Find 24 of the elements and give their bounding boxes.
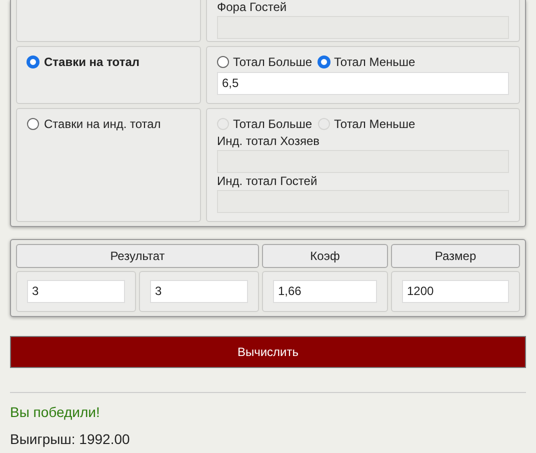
column-header: Результат — [16, 244, 259, 268]
result-message: Вы победили! — [10, 404, 101, 420]
option-label: Тотал Больше — [233, 55, 312, 69]
radio-button[interactable] — [27, 118, 39, 130]
radio-button[interactable] — [217, 56, 229, 68]
column-header: Коэф — [262, 244, 388, 268]
input-field[interactable]: 1,66 — [273, 280, 377, 303]
option-label: Тотал Меньше — [334, 117, 416, 131]
radio-button[interactable] — [318, 56, 330, 68]
input-field[interactable]: 3 — [150, 280, 248, 303]
column-header: Размер — [391, 244, 520, 268]
input-field[interactable]: 3 — [27, 280, 125, 303]
input-field[interactable]: 1200 — [402, 280, 509, 303]
winnings-text: Выигрыш: 1992.00 — [10, 431, 131, 447]
field-label: Инд. тотал Хозяев — [217, 134, 321, 148]
calculate-button[interactable]: Вычислить — [10, 336, 526, 368]
field-label: Инд. тотал Гостей — [217, 174, 318, 188]
option-label: Тотал Больше — [233, 117, 312, 131]
bet-type-label: Ставки на тотал — [44, 55, 140, 69]
option-label: Тотал Меньше — [334, 55, 416, 69]
input-field[interactable]: 6,5 — [217, 72, 509, 95]
field-label: Фора Гостей — [217, 0, 288, 14]
radio-button[interactable] — [27, 56, 39, 68]
bet-type-label: Ставки на инд. тотал — [44, 117, 161, 131]
